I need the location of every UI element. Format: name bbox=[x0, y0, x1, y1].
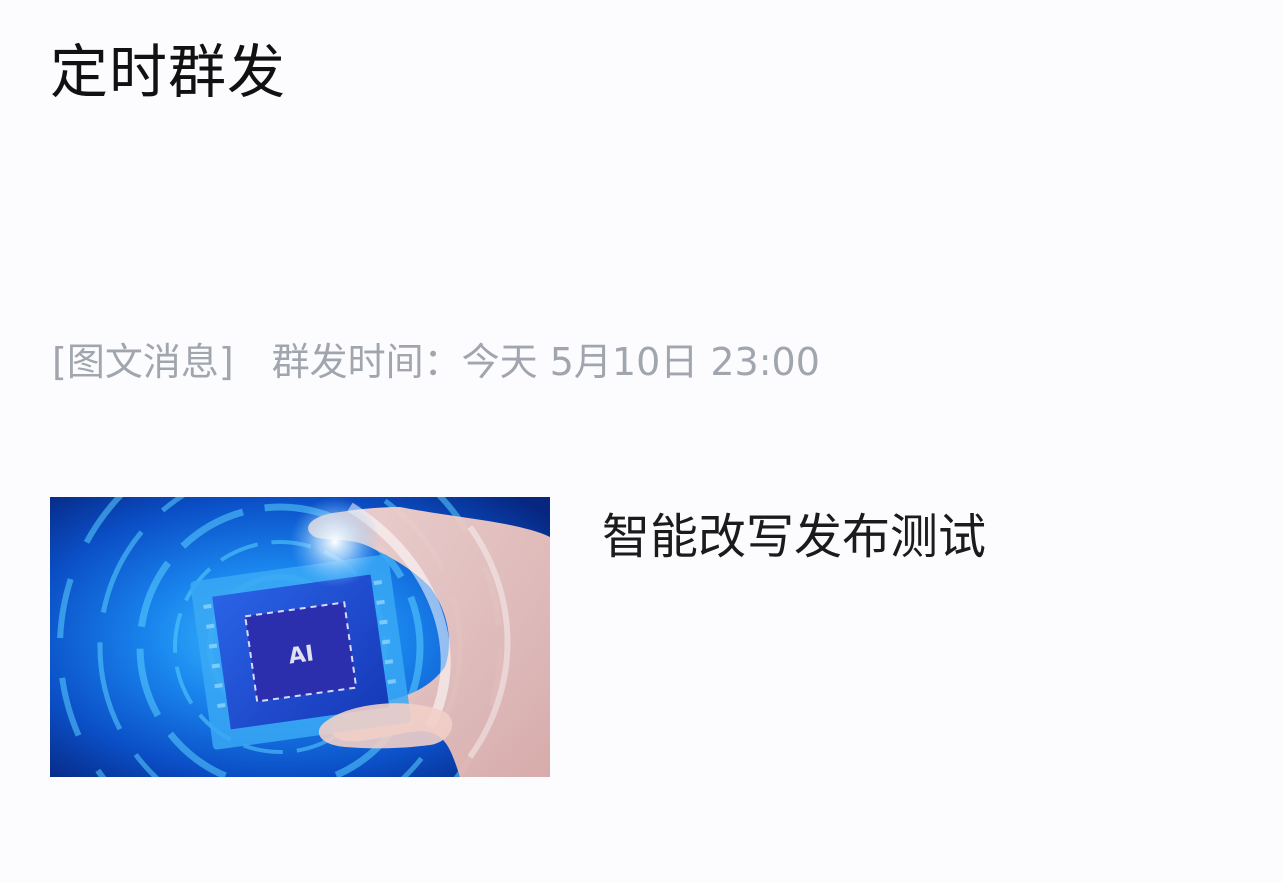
chip-in-hand-icon: AI bbox=[50, 497, 550, 777]
article-title[interactable]: 智能改写发布测试 bbox=[602, 505, 986, 569]
send-time-value: 今天 5月10日 23:00 bbox=[461, 340, 820, 384]
message-type-label: [图文消息] bbox=[52, 340, 234, 384]
article-card[interactable]: AI 智能改写发布测试 bbox=[50, 497, 1230, 779]
scheduled-info: [图文消息] 群发时间：今天 5月10日 23:00 bbox=[52, 336, 820, 388]
article-thumbnail[interactable]: AI bbox=[50, 497, 550, 777]
page-title: 定时群发 bbox=[50, 38, 287, 106]
send-time-label: 群发时间： bbox=[271, 340, 462, 384]
svg-text:AI: AI bbox=[287, 641, 315, 669]
